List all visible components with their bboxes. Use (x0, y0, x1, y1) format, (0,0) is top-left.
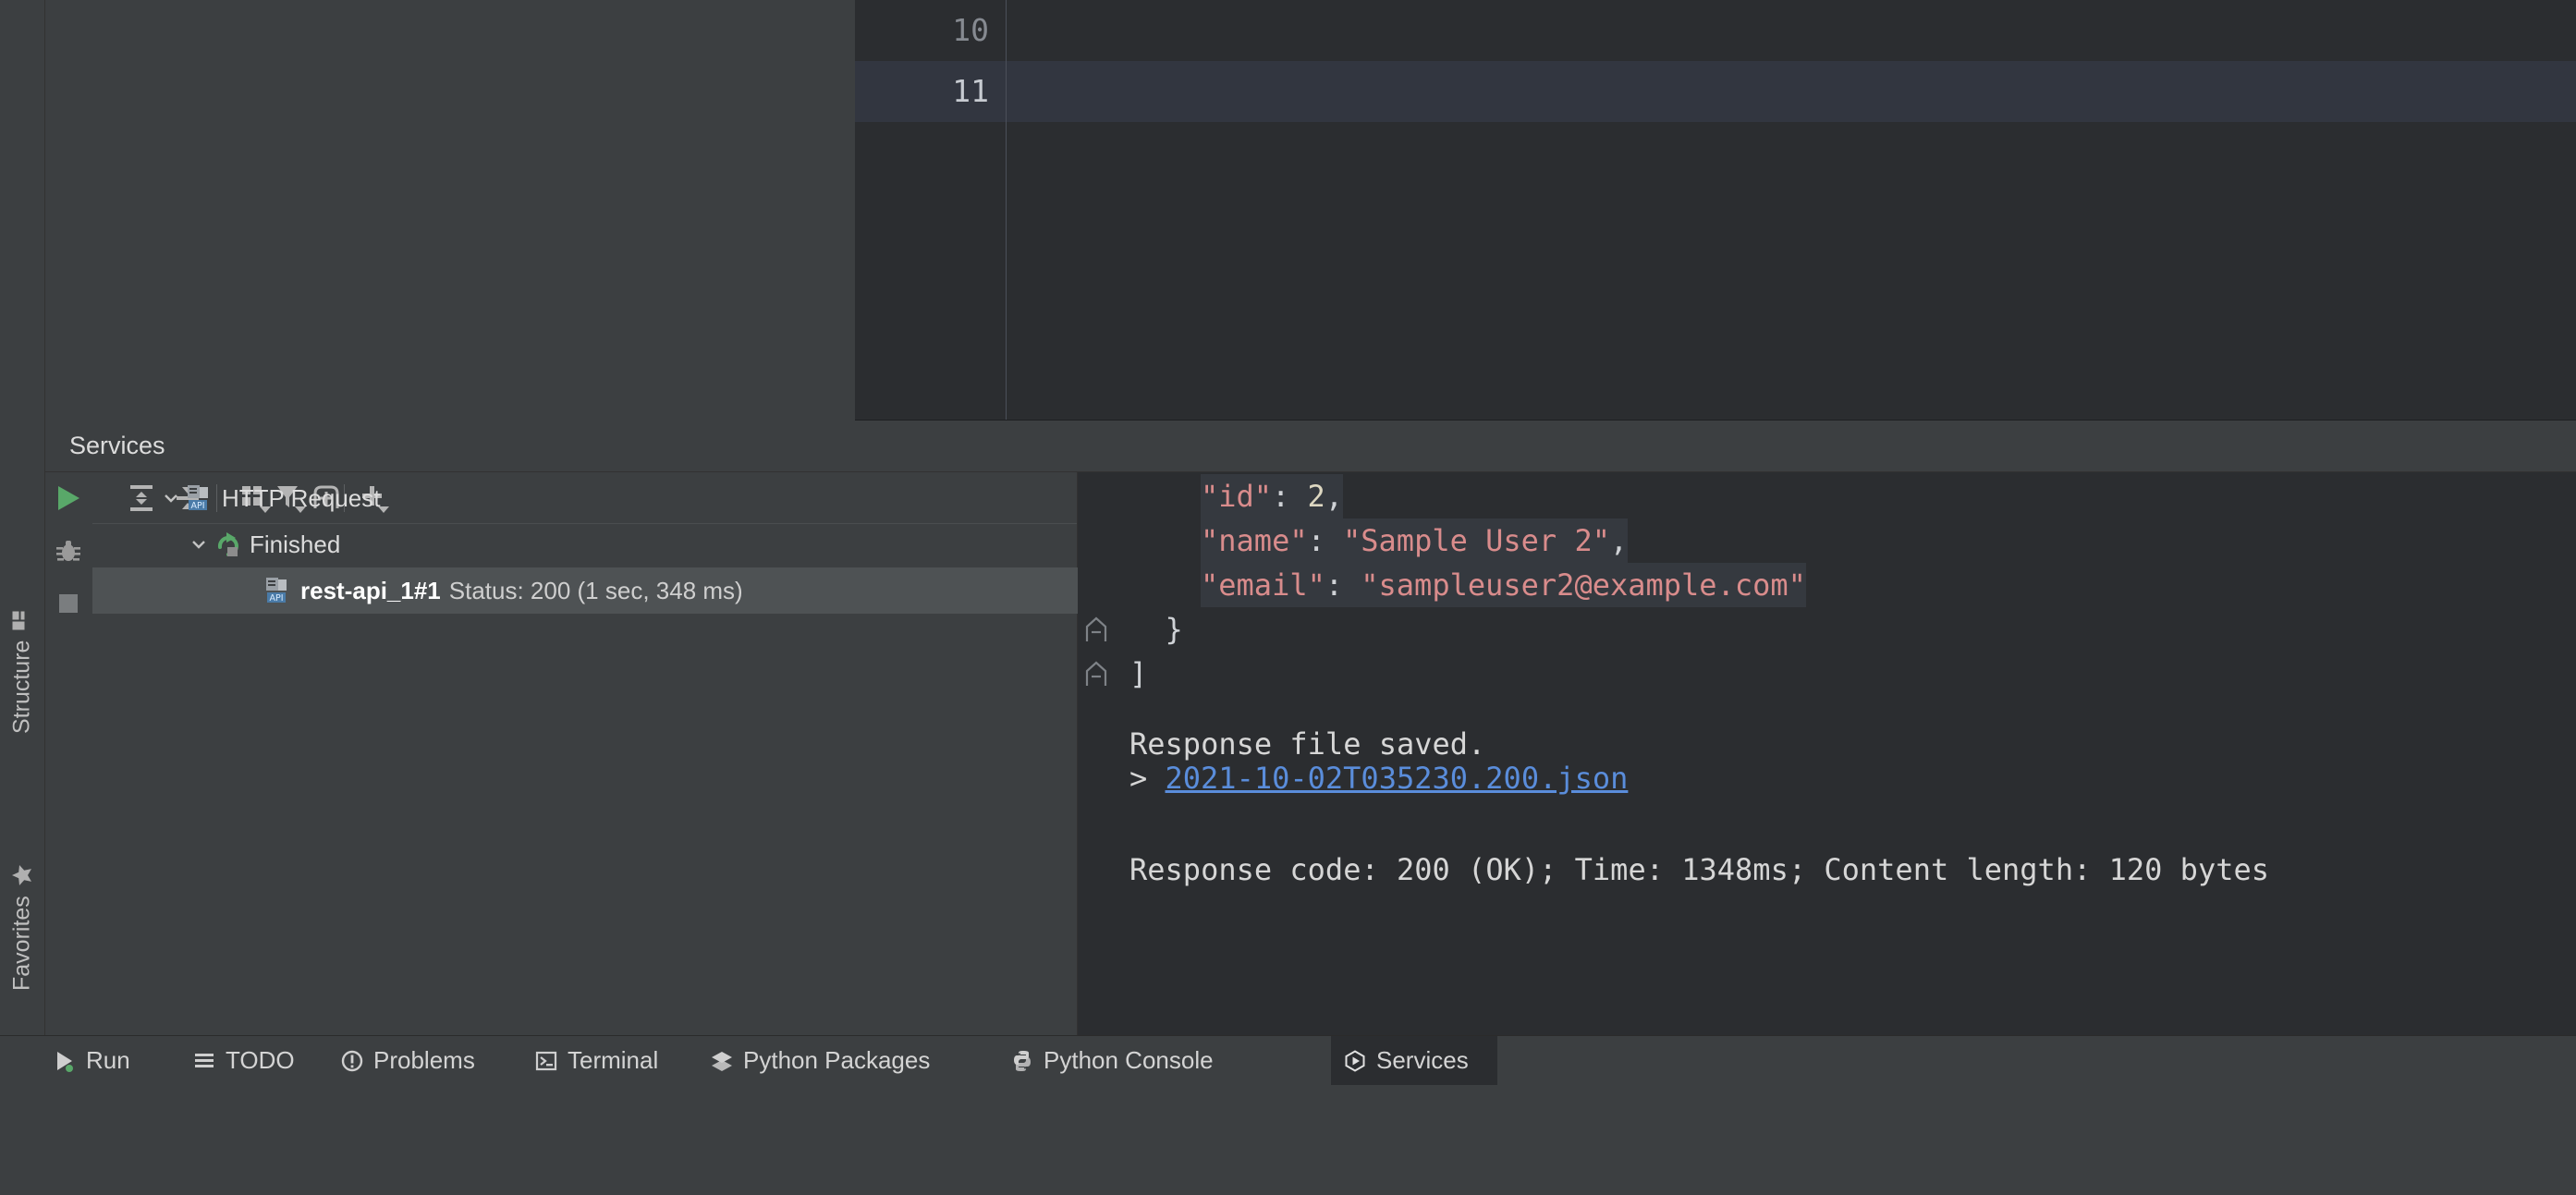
console-token: "sampleuser2@example.com" (1361, 567, 1806, 603)
editor-left-gutter-strip (0, 0, 45, 421)
status-tab-label: Run (86, 1046, 130, 1074)
status-tab-services[interactable]: Services (1331, 1036, 1497, 1085)
status-tab-label: Python Packages (743, 1046, 931, 1074)
stop-button[interactable] (45, 578, 92, 628)
tree-row-label: rest-api_1#1 (300, 576, 441, 604)
chevron-down-icon[interactable] (185, 534, 213, 555)
console-line: Response code: 200 (OK); Time: 1348ms; C… (1078, 847, 2576, 892)
status-tab-terminal[interactable]: Terminal (522, 1036, 684, 1085)
editor-line-row[interactable]: 11 (855, 61, 2576, 122)
run-icon (54, 1050, 76, 1072)
problems-icon (341, 1050, 363, 1072)
python-icon (1011, 1050, 1033, 1072)
editor-line-number: 10 (952, 12, 989, 48)
editor-line-number: 11 (952, 73, 989, 109)
console-line: "id": 2, (1078, 474, 2576, 518)
console-token: "name" (1201, 523, 1308, 558)
todo-icon (193, 1050, 215, 1072)
console-line: } (1078, 607, 2576, 652)
services-tree-panel: API HTTP Request Finished API rest-api_1#1 St… (92, 472, 1220, 1035)
chevron-down-icon[interactable] (157, 488, 185, 508)
console-token: ] (1129, 656, 1148, 691)
status-tab-problems[interactable]: Problems (328, 1036, 508, 1085)
status-tab-todo[interactable]: TODO (180, 1036, 314, 1085)
star-icon (12, 862, 33, 889)
status-tab-run[interactable]: Run (41, 1036, 165, 1085)
bottom-tool-tab-bar: Run TODO Problems Terminal Python Packages Py… (0, 1035, 2576, 1085)
http-response-console[interactable]: "id": 2, "name": "Sample User 2", "email":… (1078, 472, 2576, 1035)
svg-text:API: API (269, 593, 283, 604)
status-tab-label: Problems (373, 1046, 475, 1074)
status-tab-label: TODO (226, 1046, 295, 1074)
console-token: "Sample User 2" (1343, 523, 1610, 558)
console-line: "email": "sampleuser2@example.com" (1078, 563, 2576, 607)
stop-icon (59, 593, 78, 613)
packages-icon (711, 1050, 733, 1072)
debug-button[interactable] (45, 525, 92, 576)
structure-icon (12, 608, 32, 635)
left-stripe-tab-label: Favorites (8, 896, 35, 991)
tree-row[interactable]: API HTTP Request (92, 475, 1141, 521)
finished-rerun-icon (213, 530, 244, 558)
console-line: ] (1078, 652, 2576, 696)
console-token: "email" (1201, 567, 1325, 603)
fold-collapse-icon[interactable] (1083, 660, 1109, 688)
tree-row-label: HTTP Request (222, 483, 381, 512)
editor-area: 10 11 (0, 0, 2576, 421)
status-tab-label: Services (1376, 1046, 1469, 1074)
left-tool-stripe: Structure Favorites (0, 421, 45, 1035)
http-request-api-icon: API (263, 577, 295, 604)
services-tool-window: Structure Favorites Services API HTTP Re… (0, 421, 2576, 1035)
tree-row-selected[interactable]: API rest-api_1#1 Status: 200 (1 sec, 348 m… (92, 567, 1220, 614)
services-header: Services (45, 421, 2576, 472)
run-icon (58, 485, 79, 510)
console-token: } (1165, 612, 1183, 647)
run-button[interactable] (45, 472, 92, 523)
run-controls-column (45, 472, 92, 1035)
services-icon (1344, 1049, 1366, 1072)
tree-row-label: Finished (250, 530, 341, 558)
status-tab-label: Terminal (568, 1046, 659, 1074)
console-token: : (1307, 523, 1344, 558)
editor-document[interactable]: 10 11 (855, 0, 2576, 421)
left-stripe-tab-favorites[interactable]: Favorites (0, 860, 44, 1012)
status-tab-python-packages[interactable]: Python Packages (698, 1036, 984, 1085)
editor-line-row[interactable]: 10 (855, 0, 2576, 61)
left-stripe-tab-structure[interactable]: Structure (0, 605, 44, 762)
console-token: : (1272, 479, 1308, 514)
debug-icon (56, 540, 80, 561)
status-tab-python-console[interactable]: Python Console (998, 1036, 1317, 1085)
services-title: Services (69, 432, 165, 459)
console-line: > 2021-10-02T035230.200.json (1078, 756, 2576, 800)
console-token: : (1325, 567, 1361, 603)
console-output[interactable]: "id": 2, "name": "Sample User 2", "email":… (1078, 472, 2576, 1035)
editor-gutter-divider (1006, 0, 1007, 421)
tree-row-status: Status: 200 (1 sec, 348 ms) (448, 576, 743, 604)
fold-collapse-icon[interactable] (1083, 616, 1109, 643)
response-file-link[interactable]: 2021-10-02T035230.200.json (1166, 756, 1629, 800)
svg-text:API: API (190, 501, 204, 511)
tree-row[interactable]: Finished (92, 521, 1169, 567)
console-token: 2 (1307, 479, 1325, 514)
console-line: "name": "Sample User 2", (1078, 518, 2576, 563)
http-request-api-icon: API (185, 484, 216, 512)
editor-empty-region (45, 0, 855, 421)
response-summary: Response code: 200 (OK); Time: 1348ms; C… (1129, 852, 2269, 887)
left-stripe-tab-label: Structure (8, 640, 35, 735)
console-token: , (1325, 479, 1344, 514)
response-file-prefix: > (1129, 761, 1166, 796)
console-token: , (1609, 523, 1629, 558)
status-tab-label: Python Console (1044, 1046, 1214, 1074)
console-token: "id" (1201, 479, 1273, 514)
terminal-icon (535, 1050, 557, 1072)
